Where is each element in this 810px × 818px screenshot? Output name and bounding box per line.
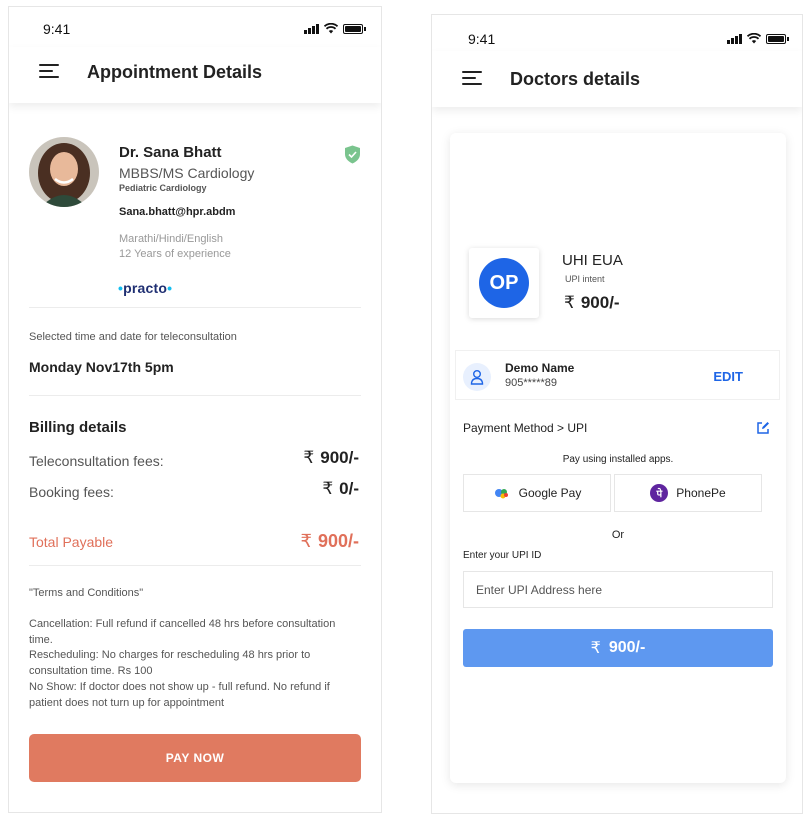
user-row: Demo Name 905*****89 EDIT: [455, 350, 780, 400]
eua-amount-value: 900/-: [580, 293, 620, 312]
divider: [29, 565, 361, 566]
doctor-avatar: [29, 137, 99, 207]
teleconsultation-fee-label: Teleconsultation fees:: [29, 453, 164, 469]
status-bar: 9:41: [432, 15, 802, 55]
doctor-name: Dr. Sana Bhatt: [119, 144, 222, 161]
doctor-email: Sana.bhatt@hpr.abdm: [119, 206, 236, 218]
doctor-specialty: Pediatric Cardiology: [119, 183, 207, 193]
total-amount: 900/-: [317, 531, 359, 551]
selected-time-value: Monday Nov17th 5pm: [29, 359, 174, 375]
booking-fee-label: Booking fees:: [29, 484, 114, 500]
appointment-details-screen: 9:41 Appointment Details Dr. Sana Bhatt …: [8, 6, 382, 813]
edit-button[interactable]: EDIT: [713, 369, 743, 384]
app-bar: Appointment Details: [9, 47, 381, 103]
status-time: 9:41: [43, 21, 71, 37]
provider-logo-box: OP: [469, 248, 539, 318]
rupee-symbol: ₹: [564, 293, 575, 312]
user-name: Demo Name: [505, 361, 575, 375]
app-bar: Doctors details: [432, 51, 802, 107]
status-icons: [304, 23, 366, 34]
teleconsultation-fee-value: ₹900/-: [303, 448, 359, 468]
rupee-symbol: ₹: [322, 479, 334, 498]
page-title: Appointment Details: [87, 62, 263, 82]
verified-shield-icon: [345, 145, 360, 164]
rupee-symbol: ₹: [590, 640, 601, 657]
user-icon: [463, 363, 491, 391]
google-pay-button[interactable]: Google Pay: [463, 474, 611, 512]
signal-icon: [304, 24, 319, 34]
total-payable-label: Total Payable: [29, 534, 114, 550]
google-pay-label: Google Pay: [518, 486, 582, 500]
rupee-symbol: ₹: [303, 448, 315, 467]
practo-logo: •practo•: [118, 280, 173, 296]
practo-logo-text: practo: [123, 280, 168, 296]
provider-logo: OP: [479, 258, 529, 308]
selected-time-caption: Selected time and date for teleconsultat…: [29, 331, 237, 343]
wifi-icon: [747, 33, 761, 44]
terms-rescheduling: Rescheduling: No charges for reschedulin…: [29, 649, 311, 678]
doctors-details-screen: 9:41 Doctors details OP UHI EUA UPI inte…: [431, 14, 803, 814]
menu-icon[interactable]: [462, 71, 482, 85]
eua-amount: ₹900/-: [564, 293, 620, 313]
terms-title: "Terms and Conditions": [29, 587, 144, 599]
menu-icon[interactable]: [39, 64, 59, 78]
terms-no-show: No Show: If doctor does not show up - fu…: [29, 680, 330, 709]
edit-icon[interactable]: [756, 421, 770, 435]
user-phone: 905*****89: [505, 377, 557, 389]
doctor-experience: 12 Years of experience: [119, 248, 231, 260]
google-pay-icon: [494, 489, 508, 499]
status-bar: 9:41: [9, 7, 381, 47]
rupee-symbol: ₹: [300, 531, 312, 551]
upi-id-caption: Enter your UPI ID: [463, 550, 542, 561]
doctor-degree: MBBS/MS Cardiology: [119, 165, 255, 181]
eua-title: UHI EUA: [562, 252, 623, 269]
fee-amount: 0/-: [339, 479, 359, 498]
eua-subtitle: UPI intent: [565, 274, 605, 284]
fee-amount: 900/-: [320, 448, 359, 467]
phonepe-label: PhonePe: [676, 486, 726, 500]
doctor-languages: Marathi/Hindi/English: [119, 233, 223, 245]
booking-fee-value: ₹0/-: [322, 479, 359, 499]
upi-address-input[interactable]: [463, 571, 773, 608]
phonepe-button[interactable]: पे PhonePe: [614, 474, 762, 512]
pay-amount-value: 900/-: [608, 639, 646, 656]
pay-now-button[interactable]: PAY NOW: [29, 734, 361, 782]
status-time: 9:41: [468, 31, 496, 47]
wifi-icon: [324, 23, 338, 34]
signal-icon: [727, 34, 742, 44]
battery-icon: [343, 24, 366, 34]
phonepe-icon: पे: [650, 484, 669, 502]
or-separator: Or: [611, 529, 625, 541]
divider: [29, 395, 361, 396]
payment-method-label: Payment Method > UPI: [463, 421, 588, 435]
page-title: Doctors details: [510, 69, 641, 89]
divider: [29, 307, 361, 308]
status-icons: [727, 33, 789, 44]
terms-cancellation: Cancellation: Full refund if cancelled 4…: [29, 618, 336, 646]
terms-body: Cancellation: Full refund if cancelled 4…: [29, 617, 361, 711]
billing-title: Billing details: [29, 419, 127, 436]
pay-amount-button[interactable]: ₹900/-: [463, 629, 773, 667]
pay-using-caption: Pay using installed apps.: [562, 454, 674, 465]
total-payable-value: ₹900/-: [301, 531, 359, 552]
battery-icon: [766, 34, 789, 44]
payment-card: OP UHI EUA UPI intent ₹900/- Demo Name 9…: [450, 133, 786, 783]
